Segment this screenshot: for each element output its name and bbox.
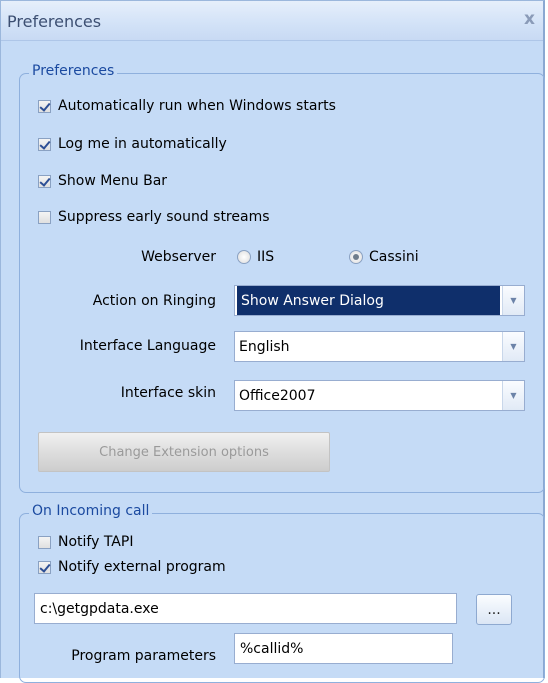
iis-label: IIS xyxy=(257,249,275,265)
checkbox-row-auto-login[interactable]: Log me in automatically xyxy=(38,136,227,152)
checkbox-row-menu-bar[interactable]: Show Menu Bar xyxy=(38,173,167,189)
interface-skin-dropdown[interactable]: Office2007 ▼ xyxy=(234,380,525,411)
suppress-sound-label: Suppress early sound streams xyxy=(58,209,270,225)
auto-login-label: Log me in automatically xyxy=(58,136,227,152)
checkbox-row-notify-external[interactable]: Notify external program xyxy=(38,559,226,575)
cassini-label: Cassini xyxy=(369,249,419,265)
preferences-window: Preferences x Preferences Automatically … xyxy=(0,0,545,683)
checkbox-row-notify-tapi[interactable]: Notify TAPI xyxy=(38,534,133,550)
chevron-down-icon[interactable]: ▼ xyxy=(502,332,524,361)
cassini-radio[interactable] xyxy=(349,250,363,264)
notify-tapi-label: Notify TAPI xyxy=(58,534,134,550)
autorun-checkbox[interactable] xyxy=(38,99,51,113)
show-menu-bar-label: Show Menu Bar xyxy=(58,173,168,189)
interface-language-value: English xyxy=(239,338,290,355)
interface-skin-label: Interface skin xyxy=(120,385,216,401)
notify-external-label: Notify external program xyxy=(58,559,226,575)
chevron-down-icon[interactable]: ▼ xyxy=(502,286,524,315)
checkbox-row-autorun[interactable]: Automatically run when Windows starts xyxy=(38,98,336,114)
interface-language-label: Interface Language xyxy=(79,338,216,354)
auto-login-checkbox[interactable] xyxy=(38,137,51,151)
action-on-ringing-dropdown[interactable]: Show Answer Dialog ▼ xyxy=(234,285,525,316)
program-parameters-label: Program parameters xyxy=(71,648,216,664)
change-extension-options-button[interactable]: Change Extension options xyxy=(38,432,330,472)
iis-radio[interactable] xyxy=(237,250,251,264)
window-title: Preferences xyxy=(7,12,102,31)
title-bar[interactable]: Preferences x xyxy=(1,1,543,41)
close-icon[interactable]: x xyxy=(524,9,535,29)
webserver-option-cassini[interactable]: Cassini xyxy=(349,249,419,265)
chevron-down-icon[interactable]: ▼ xyxy=(502,381,524,410)
suppress-sound-checkbox[interactable] xyxy=(38,210,51,224)
notify-external-checkbox[interactable] xyxy=(38,560,51,574)
program-path-field[interactable]: c:\getgpdata.exe xyxy=(34,593,457,624)
interface-skin-value: Office2007 xyxy=(239,387,316,404)
incoming-call-group-legend: On Incoming call xyxy=(29,503,153,519)
autorun-label: Automatically run when Windows starts xyxy=(58,98,336,114)
interface-language-dropdown[interactable]: English ▼ xyxy=(234,331,525,362)
webserver-label: Webserver xyxy=(141,249,216,265)
checkbox-row-suppress[interactable]: Suppress early sound streams xyxy=(38,209,270,225)
notify-tapi-checkbox[interactable] xyxy=(38,535,51,549)
program-parameters-field[interactable]: %callid% xyxy=(234,633,453,664)
action-on-ringing-value: Show Answer Dialog xyxy=(237,286,500,315)
webserver-option-iis[interactable]: IIS xyxy=(237,249,274,265)
action-on-ringing-label: Action on Ringing xyxy=(92,293,216,309)
show-menu-bar-checkbox[interactable] xyxy=(38,174,51,188)
browse-button[interactable]: ... xyxy=(476,594,512,625)
preferences-group-legend: Preferences xyxy=(29,63,118,79)
